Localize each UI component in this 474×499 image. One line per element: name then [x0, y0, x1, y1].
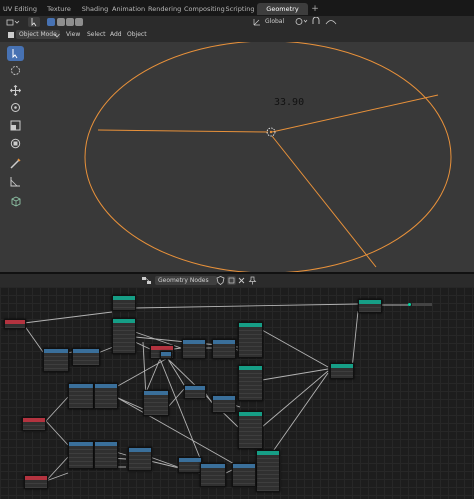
output-socket-label — [412, 303, 432, 306]
node-transform-3[interactable] — [256, 450, 280, 492]
mode-subtract-icon[interactable] — [66, 18, 74, 26]
add-workspace-button[interactable]: + — [310, 3, 320, 15]
node-math-6[interactable] — [94, 383, 118, 409]
tool-rotate[interactable] — [7, 100, 24, 115]
tool-measure[interactable] — [7, 174, 24, 189]
node-math-15[interactable] — [232, 463, 256, 487]
tab-geometry-nodes[interactable]: Geometry Nodes — [257, 3, 308, 25]
menu-view[interactable]: View — [63, 30, 83, 39]
copy-icon[interactable] — [227, 276, 236, 285]
cursor-icon — [11, 66, 20, 75]
viewport-header: Global Object Mode View Select Add Objec… — [0, 16, 474, 42]
output-socket[interactable] — [408, 303, 411, 306]
chevron-down-icon — [54, 32, 60, 38]
node-tree-icon[interactable] — [141, 276, 152, 285]
editor-type-icon[interactable] — [6, 18, 20, 27]
node-math-13[interactable] — [178, 457, 202, 473]
orientation-dropdown[interactable]: Global — [262, 17, 287, 26]
node-value-input-4[interactable] — [24, 475, 48, 489]
node-group-output[interactable] — [358, 299, 382, 313]
add-cube-icon — [11, 196, 21, 207]
tab-rendering[interactable]: Rendering — [148, 3, 181, 15]
node-value-input-1[interactable] — [4, 319, 26, 329]
measure-readout: 33.90 — [274, 97, 305, 108]
object-mode-icon — [7, 30, 15, 39]
node-value-input-3[interactable] — [22, 417, 46, 431]
menu-object[interactable]: Object — [124, 30, 150, 39]
rotate-icon — [11, 103, 20, 112]
node-editor-canvas[interactable] — [0, 287, 474, 499]
shield-icon[interactable] — [216, 276, 225, 286]
select-tool-icon[interactable] — [28, 17, 40, 27]
tab-scripting[interactable]: Scripting — [225, 3, 255, 15]
menu-add[interactable]: Add — [107, 30, 125, 39]
pivot-icon[interactable] — [294, 17, 308, 26]
tab-animation[interactable]: Animation — [112, 3, 145, 15]
workspace-bar: UV Editing Texture Paint Shading Animati… — [0, 0, 474, 25]
node-math-11[interactable] — [94, 441, 118, 469]
node-math-7[interactable] — [143, 390, 169, 416]
close-icon[interactable] — [237, 276, 246, 285]
mode-set-icon[interactable] — [47, 18, 55, 26]
tool-scale[interactable] — [7, 118, 24, 133]
tab-shading[interactable]: Shading — [81, 3, 109, 15]
annotate-icon — [10, 158, 21, 169]
tab-compositing[interactable]: Compositing — [184, 3, 225, 15]
pin-icon[interactable] — [248, 276, 257, 285]
mode-invert-icon[interactable] — [75, 18, 83, 26]
menu-select[interactable]: Select — [84, 30, 109, 39]
tool-cursor[interactable] — [7, 63, 24, 78]
node-math-5[interactable] — [68, 383, 94, 409]
node-math-4[interactable] — [212, 339, 236, 359]
3d-viewport[interactable]: 33.90 — [0, 42, 474, 272]
node-tree-name-field[interactable]: Geometry Nodes — [155, 276, 217, 285]
node-math-2[interactable] — [72, 348, 100, 366]
orientation-icon — [253, 17, 261, 26]
mode-extend-icon[interactable] — [57, 18, 65, 26]
node-transform-2[interactable] — [238, 411, 263, 449]
tool-annotate[interactable] — [7, 156, 24, 171]
tool-move[interactable] — [7, 83, 24, 98]
node-curve-circle[interactable] — [112, 318, 136, 354]
proportional-icon[interactable] — [325, 17, 337, 26]
node-math-8[interactable] — [184, 385, 206, 399]
node-group-input[interactable] — [112, 295, 136, 311]
tool-transform[interactable] — [7, 136, 24, 151]
scene-object-outline — [84, 42, 452, 272]
node-math-14[interactable] — [200, 463, 226, 487]
node-join-geometry[interactable] — [330, 363, 354, 379]
move-icon — [10, 85, 21, 96]
node-math-3[interactable] — [182, 339, 206, 359]
node-math-16[interactable] — [160, 351, 172, 359]
node-math-1[interactable] — [43, 348, 69, 372]
node-math-12[interactable] — [128, 447, 152, 471]
node-math-9[interactable] — [212, 395, 236, 413]
tab-texture-paint[interactable]: Texture Paint — [39, 3, 79, 25]
snap-icon[interactable] — [311, 16, 323, 26]
node-math-10[interactable] — [68, 441, 94, 469]
node-mesh-line[interactable] — [238, 322, 263, 358]
select-box-icon — [12, 49, 18, 59]
tool-select-box[interactable] — [7, 46, 24, 61]
node-editor-header: Geometry Nodes — [0, 274, 474, 287]
scale-icon — [10, 120, 21, 131]
transform-icon — [10, 138, 21, 149]
measure-icon — [10, 177, 20, 187]
tab-uv-editing[interactable]: UV Editing — [3, 3, 37, 15]
node-transform-1[interactable] — [238, 365, 263, 401]
tool-add-cube[interactable] — [7, 194, 24, 209]
